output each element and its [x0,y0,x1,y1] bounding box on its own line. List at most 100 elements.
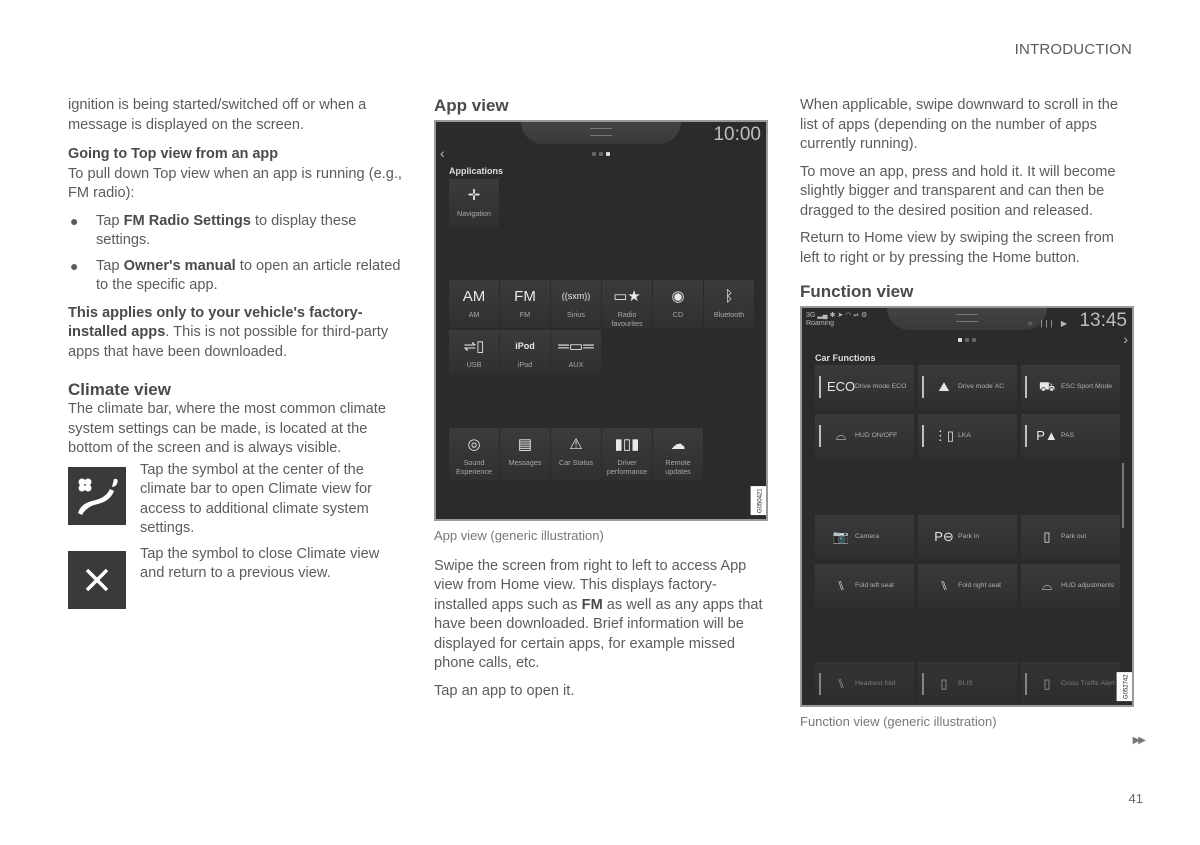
app-tile[interactable]: ᛒ Bluetooth [704,280,754,328]
app-tile[interactable]: ◎ Sound Experience [449,428,499,480]
page-dots [592,152,610,156]
function-label: Fold left seat [855,582,894,590]
function-label: HUD adjustments [1061,582,1115,590]
cloud-download-icon: ☁ [670,436,686,454]
move-app-paragraph: To move an app, press and hold it. It wi… [800,163,1116,219]
function-tile[interactable]: ⌓ HUD adjustments [1021,564,1120,608]
status-indicator [922,425,924,447]
speaker-icon: ◎ [467,436,481,454]
navigation-icon: ✛ [467,187,481,205]
app-tile[interactable]: FM FM [500,280,550,328]
forward-chevron-icon: › [1123,331,1128,347]
messages-icon: ▤ [517,436,533,454]
function-tile[interactable]: ⑊ Fold right seat [918,564,1017,608]
function-tile[interactable]: ⋮▯ LKA [918,414,1017,458]
app-tile[interactable]: ((sxm)) Sirius [551,280,601,328]
app-tile[interactable]: ▮▯▮ Driver performance [602,428,652,480]
function-label: Camera [855,533,880,541]
eco-icon: ECO [827,379,856,395]
function-tile[interactable]: P⊖ Park in [918,515,1017,559]
function-label: HUD ON/OFF [855,432,898,440]
app-tile[interactable]: ⇌▯ USB [449,330,499,374]
function-view-heading: Function view [800,282,914,301]
page-dots [958,338,976,342]
app-tile[interactable]: ◉ CD [653,280,703,328]
function-tile[interactable]: ▯ Cross Traffic Alert [1021,662,1120,705]
function-label: Drive mode XC [958,383,1005,391]
function-tile[interactable]: ⛟ ESC Sport Mode [1021,365,1120,409]
clock: 13:45 [1079,310,1127,331]
status-indicator [1025,425,1027,447]
hud-adjust-icon: ⌓ [1041,578,1053,594]
function-tile[interactable]: ⌓ HUD ON/OFF [815,414,914,458]
app-tile[interactable]: ═▭═ AUX [551,330,601,374]
app-view-screenshot: 10:00 ‹ Applications ✛ Navigation AM AM FM… [434,120,768,521]
function-label: LKA [958,432,971,440]
app-tile-label: iPod [517,360,533,369]
status-indicator [819,376,821,398]
app-tile[interactable]: ⚠ Car Status [551,428,601,480]
climate-item: Tap the symbol at the center of the clim… [68,462,403,539]
close-item-text: Tap the symbol to close Climate view and… [140,545,380,582]
app-tile[interactable]: ☁ Remote updates [653,428,703,480]
fold-left-seat-icon: ⑊ [837,578,845,594]
function-tile[interactable]: ▯ BLIS [918,662,1017,705]
function-tile[interactable]: ▯ Park out [1021,515,1120,559]
status-indicator [819,425,821,447]
note-paragraph: This applies only to your vehicle's fact… [68,304,389,360]
lane-keeping-icon: ⋮▯ [933,428,955,444]
function-tile[interactable]: ⑊ Headrest fold [815,662,914,705]
column-2: App view 10:00 ‹ Applications ✛ Navigati… [434,96,769,709]
bullet-item: ● Tap FM Radio Settings to display these … [70,212,357,249]
fm-radio-icon: FM [514,288,536,306]
app-tile-label: Sirius [567,310,585,319]
app-tile-label: Bluetooth [713,310,745,319]
top-view-heading: Going to Top view from an app [68,146,278,162]
car-status-icon: ⚠ [569,436,583,454]
function-tile[interactable]: 📷 Camera [815,515,914,559]
fm-radio-settings-term: FM Radio Settings [123,212,251,229]
home-view-paragraph: Return to Home view by swiping the scree… [800,230,1114,266]
am-radio-icon: AM [462,288,486,306]
function-label: Park out [1061,533,1087,541]
function-label: PAS [1061,432,1075,440]
park-in-icon: P⊖ [934,529,954,545]
function-view-screenshot: 3G ▂▄ ✱ ➤ ◠ ⇌ ⚙ Roaming ○ ||| ▶ 13:45 › C… [800,306,1134,707]
status-indicator [922,673,924,695]
climate-item-text: Tap the symbol at the center of the clim… [140,461,372,537]
function-label: Headrest fold [855,680,896,688]
drive-mode-xc-icon: ⛰ [938,379,950,395]
function-label: ESC Sport Mode [1061,383,1112,391]
owners-manual-term: Owner's manual [123,257,236,274]
function-tile[interactable]: ECO Drive mode ECO [815,365,914,409]
app-tile-label: Car Status [559,458,593,467]
app-tile[interactable]: ▤ Messages [500,428,550,480]
sirius-icon: ((sxm)) [561,291,591,302]
scroll-paragraph: When applicable, swipe downward to scrol… [800,97,1118,152]
bluetooth-icon: ᛒ [724,288,734,306]
top-view-handle [887,308,1047,330]
next-page-icon: ▶▶ [1132,735,1146,746]
status-indicator [922,376,924,398]
app-tile[interactable]: iPod iPod [500,330,550,374]
app-tile-label: AUX [568,360,584,369]
scrollbar[interactable] [1122,463,1124,528]
app-tile-label: USB [466,360,482,369]
function-tile[interactable]: P▲ PAS [1021,414,1120,458]
section-header: INTRODUCTION [1014,41,1132,58]
usb-icon: ⇌▯ [463,338,485,356]
function-tile[interactable]: ⛰ Drive mode XC [918,365,1017,409]
column-3: When applicable, swipe downward to scrol… [800,96,1134,743]
function-tile[interactable]: ⑊ Fold left seat [815,564,914,608]
radio-favourites-icon: ▭★ [613,288,641,306]
aux-icon: ═▭═ [558,338,594,356]
app-tile[interactable]: ▭★ Radio favourites [602,280,652,328]
top-view-text: To pull down Top view when an app is run… [68,165,402,202]
app-tile[interactable]: AM AM [449,280,499,328]
app-tile-navigation: ✛ Navigation [449,179,499,227]
app-tile-label: Sound Experience [456,458,492,476]
intro-paragraph: ignition is being started/switched off o… [68,97,367,133]
status-right-icons: ○ ||| ▶ [1027,319,1070,328]
app-view-paragraph: Swipe the screen from right to left to a… [434,557,763,672]
app-tile-label: Radio favourites [611,310,643,328]
